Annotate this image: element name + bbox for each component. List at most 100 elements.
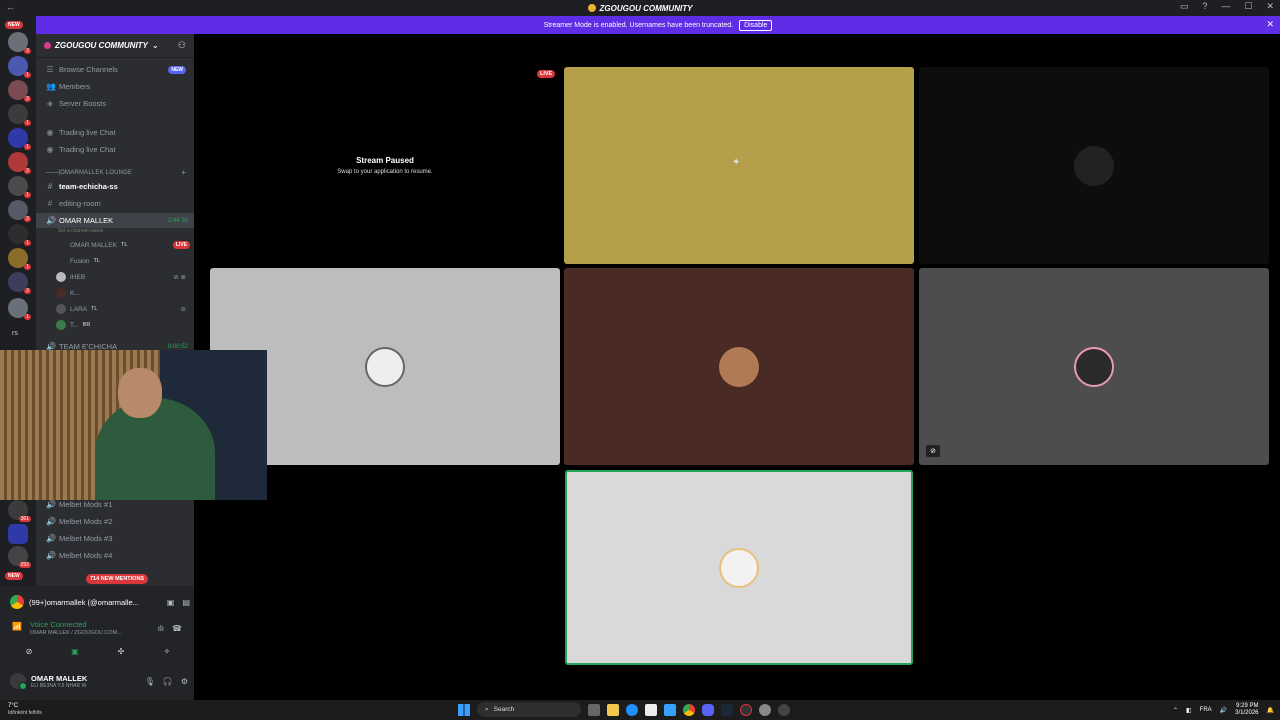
server-icon[interactable]: 361 <box>8 500 31 522</box>
voice-user[interactable]: LARA TL ⊘ <box>56 302 190 316</box>
tray-app-icon[interactable]: ◧ <box>1186 707 1192 714</box>
members-item[interactable]: 👥 Members <box>36 79 194 94</box>
search-icon: ⌕ <box>485 705 489 713</box>
disable-button[interactable]: Disable <box>739 19 773 31</box>
settings-icon[interactable] <box>759 703 771 716</box>
microphone-icon[interactable]: 🎙 <box>145 677 155 686</box>
minimize-button[interactable]: — <box>1221 1 1230 12</box>
disconnect-icon[interactable]: ☎ <box>172 624 182 633</box>
gear-icon[interactable]: ⚙ <box>181 677 188 686</box>
weather-widget[interactable]: 7°C Időnként felhős <box>8 703 42 717</box>
participant-tile[interactable] <box>919 67 1269 264</box>
mail-icon[interactable] <box>664 703 676 716</box>
system-tray: ⌃ ◧ FRA 🔊 9:29 PM 3/1/2026 🔔 <box>1173 703 1274 717</box>
server-icon[interactable]: 1 <box>8 176 31 198</box>
add-user-icon[interactable]: ⚇ <box>178 40 186 51</box>
muted-icon: ⊘ <box>926 445 940 457</box>
server-icon[interactable]: 2 <box>8 200 31 222</box>
banner-close-icon[interactable]: ✕ <box>1266 19 1274 30</box>
activities-button[interactable]: ✣ <box>102 644 140 658</box>
voice-user[interactable]: IHEB ⊘ ⊗ <box>56 270 190 284</box>
server-icon[interactable]: 1 <box>8 248 31 270</box>
voice-channel-melbet-mods-4[interactable]: 🔊 Melbet Mods #4 <box>36 548 194 563</box>
app-icon[interactable] <box>740 703 752 716</box>
server-icon[interactable]: 2 <box>8 32 31 54</box>
file-explorer-icon[interactable] <box>607 703 619 716</box>
chevron-down-icon[interactable]: ⌄ <box>152 41 159 50</box>
volume-icon[interactable]: 🔊 <box>1220 707 1227 714</box>
noise-icon[interactable]: ılı <box>158 624 164 633</box>
new-mentions-button[interactable]: 714 NEW MENTIONS <box>86 574 149 584</box>
language-indicator[interactable]: FRA <box>1200 707 1212 713</box>
current-user[interactable]: OMAR MALLEK ELI BE3NA YJI NHAR W 🎙 🎧 ⚙ <box>10 670 188 692</box>
discord-icon[interactable] <box>702 703 714 716</box>
camera-off-button[interactable]: ⊘ <box>10 644 48 658</box>
voice-user[interactable]: K... <box>56 286 190 300</box>
trading-live-chat-item[interactable]: ◉ Trading live Chat <box>36 125 194 140</box>
participant-tile-speaking[interactable] <box>565 470 913 665</box>
speaker-icon: 🔊 <box>46 216 56 225</box>
add-channel-icon[interactable]: + <box>181 168 186 177</box>
close-window-button[interactable]: ✕ <box>1266 1 1274 12</box>
server-icon[interactable] <box>8 524 28 544</box>
tray-chevron-icon[interactable]: ⌃ <box>1173 707 1178 714</box>
muted-icon: ⊘ ⊗ <box>173 274 186 281</box>
channel-team-echicha-ss[interactable]: # team-echicha-ss <box>36 179 194 194</box>
server-icon[interactable]: 2 <box>8 272 31 294</box>
voice-user[interactable]: Fusion TL <box>56 254 190 268</box>
participant-tile[interactable] <box>564 268 914 465</box>
server-boosts-item[interactable]: ◈ Server Boosts <box>36 96 194 111</box>
inbox-icon[interactable]: ▭ <box>1180 1 1189 12</box>
settings-panel-icon[interactable]: ▤ <box>182 598 190 607</box>
voice-user[interactable]: T... BR <box>56 318 190 332</box>
channel-status[interactable]: Set a channel status <box>58 228 103 234</box>
store-icon[interactable] <box>645 703 657 716</box>
screen-share-button[interactable]: ▣ <box>56 644 94 658</box>
obs-icon[interactable] <box>778 703 790 716</box>
server-icon[interactable]: 292 <box>8 546 31 568</box>
server-icon[interactable]: 2 <box>8 152 31 174</box>
chrome-icon[interactable] <box>683 703 695 716</box>
trading-live-chat-item[interactable]: ◉ Trading live Chat <box>36 142 194 157</box>
headset-icon[interactable]: 🎧 <box>163 677 173 686</box>
browse-channels-item[interactable]: ☰ Browse Channels NEW <box>36 62 194 77</box>
notification-icon[interactable]: 🔔 <box>1267 707 1274 714</box>
voice-channel-melbet-mods-2[interactable]: 🔊 Melbet Mods #2 <box>36 514 194 529</box>
voice-buttons: ⊘ ▣ ✣ ✧ <box>10 644 186 658</box>
taskbar-search[interactable]: ⌕ Search <box>477 702 581 717</box>
item-label: Browse Channels <box>59 65 118 74</box>
activity-row[interactable]: (99+)omarmallek (@omarmalle... ▣ ▤ <box>10 594 190 610</box>
unread-badge: 2 <box>24 216 31 222</box>
participant-tile[interactable]: ✦ <box>564 67 914 264</box>
server-icon[interactable]: 1 <box>8 104 31 126</box>
windows-start-icon[interactable] <box>458 703 470 716</box>
server-icon[interactable]: 2 <box>8 80 31 102</box>
banner-text: Streamer Mode is enabled. Usernames have… <box>543 21 734 29</box>
stream-paused-tile[interactable]: Stream Paused Swap to your application t… <box>210 67 560 264</box>
screen-icon[interactable]: ▣ <box>167 598 175 607</box>
server-icon[interactable]: 1 <box>8 56 31 78</box>
edge-icon[interactable] <box>626 703 638 716</box>
category-omarmallek-lounge[interactable]: ——|OMARMALLEK LOUNGE + <box>36 165 194 180</box>
voice-channel-melbet-mods-3[interactable]: 🔊 Melbet Mods #3 <box>36 531 194 546</box>
channel-editing-room[interactable]: # editing-room <box>36 196 194 211</box>
maximize-button[interactable]: ☐ <box>1244 1 1252 12</box>
server-icon[interactable]: 1 <box>8 298 31 320</box>
participant-tile[interactable] <box>919 268 1269 465</box>
avatar <box>365 346 405 387</box>
server-icon[interactable]: 1 <box>8 224 31 246</box>
server-icon[interactable]: 1 <box>8 128 31 150</box>
unread-badge: 1 <box>24 192 31 198</box>
clock[interactable]: 9:29 PM 3/1/2026 <box>1235 703 1258 717</box>
steam-icon[interactable] <box>721 703 733 716</box>
window-title: ZGOUGOU COMMUNITY <box>587 4 692 13</box>
server-label-rs[interactable]: rs <box>12 330 18 337</box>
server-header[interactable]: ZGOUGOU COMMUNITY ⌄ ⚇ <box>36 34 194 58</box>
voice-user[interactable]: OMAR MALLEK TL LIVE <box>56 238 190 252</box>
voice-channel-omar-mallek[interactable]: 🔊 OMAR MALLEK 2:44:36 <box>36 213 194 228</box>
avatar <box>1074 346 1114 387</box>
help-icon[interactable]: ? <box>1202 1 1207 12</box>
task-view-icon[interactable] <box>588 703 600 716</box>
back-arrow-icon[interactable]: ← <box>6 2 15 12</box>
soundboard-button[interactable]: ✧ <box>148 644 186 658</box>
